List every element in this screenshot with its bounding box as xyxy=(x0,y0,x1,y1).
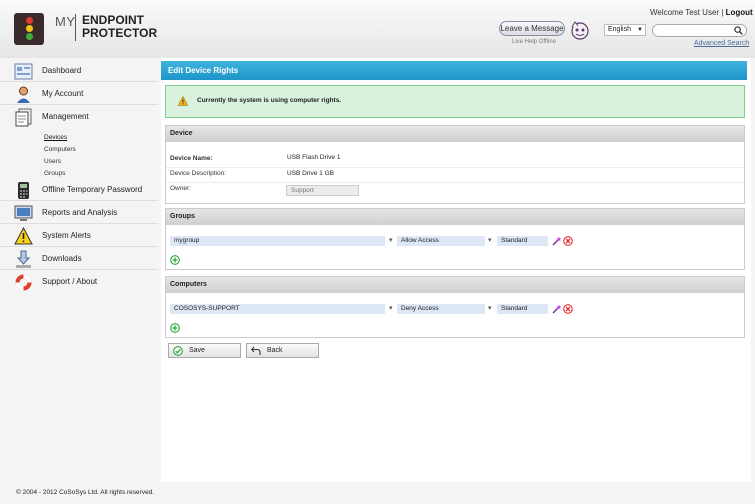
computer-level-select[interactable]: Standard xyxy=(497,304,548,314)
sidebar-item-offline-temporary-password[interactable]: Offline Temporary Password xyxy=(0,179,158,201)
computers-section: Computers COSOSYS-SUPPORT ▾ Deny Access … xyxy=(165,276,745,338)
logout-link[interactable]: Logout xyxy=(726,8,753,17)
documents-icon xyxy=(15,108,32,127)
sidebar-item-label: My Account xyxy=(42,89,84,98)
logo-my: MY xyxy=(55,14,76,29)
support-agent-icon[interactable] xyxy=(569,19,591,41)
live-help-status: Live Help Offline xyxy=(512,39,556,45)
groups-section: Groups mygroup ▾ Allow Access ▾ Standard xyxy=(165,208,745,270)
save-label: Save xyxy=(189,347,205,354)
remove-icon[interactable] xyxy=(563,236,573,246)
advanced-search-link[interactable]: Advanced Search xyxy=(694,40,749,47)
back-arrow-icon xyxy=(251,346,261,355)
sidebar-item-management[interactable]: Management xyxy=(0,106,158,128)
sidebar-item-label: Support / About xyxy=(42,277,98,286)
dropdown-arrow-icon[interactable]: ▾ xyxy=(488,304,492,312)
welcome-separator: | xyxy=(721,8,724,17)
save-button[interactable]: Save xyxy=(168,343,241,358)
warning-icon xyxy=(178,96,188,106)
add-group-icon[interactable] xyxy=(170,255,180,265)
sidebar-item-label: System Alerts xyxy=(42,231,91,240)
group-level-select[interactable]: Standard xyxy=(497,236,548,246)
lifebuoy-icon xyxy=(15,274,32,291)
device-section: Device Device Name: USB Flash Drive 1 De… xyxy=(165,125,745,204)
device-name-value: USB Flash Drive 1 xyxy=(287,154,341,161)
sidebar-item-label: Reports and Analysis xyxy=(42,208,118,217)
group-access-select[interactable]: Allow Access xyxy=(397,236,485,246)
sidebar-subitem-devices[interactable]: Devices xyxy=(44,134,67,141)
sidebar-subitem-groups[interactable]: Groups xyxy=(44,170,65,177)
sidebar-item-label: Management xyxy=(42,112,89,121)
sidebar-item-dashboard[interactable]: Dashboard xyxy=(0,60,158,82)
download-icon xyxy=(16,250,31,268)
language-select[interactable]: English ▼ xyxy=(604,24,646,36)
computer-name-field[interactable]: COSOSYS-SUPPORT xyxy=(170,304,385,314)
sidebar-item-label: Downloads xyxy=(42,254,82,263)
info-alert: Currently the system is using computer r… xyxy=(165,85,745,118)
welcome-user: Welcome Test User xyxy=(650,8,720,17)
sidebar-subitem-computers[interactable]: Computers xyxy=(44,146,76,153)
sidebar-item-reports-and-analysis[interactable]: Reports and Analysis xyxy=(0,202,158,224)
edit-wand-icon[interactable] xyxy=(552,304,562,314)
edit-wand-icon[interactable] xyxy=(552,236,562,246)
device-name-label: Device Name: xyxy=(170,155,213,162)
row-divider xyxy=(166,182,744,183)
footer-copyright: © 2004 - 2012 CoSoSys Ltd. All rights re… xyxy=(16,489,155,496)
add-computer-icon[interactable] xyxy=(170,323,180,333)
logo-text: ENDPOINT PROTECTOR xyxy=(82,14,157,40)
dashboard-icon xyxy=(14,63,33,80)
user-icon xyxy=(17,86,30,103)
back-button[interactable]: Back xyxy=(246,343,319,358)
traffic-light-logo-icon xyxy=(14,13,44,45)
sidebar-item-support-about[interactable]: Support / About xyxy=(0,271,158,293)
groups-section-header: Groups xyxy=(166,209,744,225)
welcome-text: Welcome Test User | Logout xyxy=(650,8,753,17)
back-label: Back xyxy=(267,347,283,354)
sidebar: Dashboard My Account Management Devices … xyxy=(0,58,160,482)
chevron-down-icon: ▼ xyxy=(637,27,643,33)
row-divider xyxy=(166,167,744,168)
header: MY ENDPOINT PROTECTOR Leave a Message Li… xyxy=(0,0,755,58)
device-description-value: USB Drive 1 GB xyxy=(287,170,334,177)
dropdown-arrow-icon[interactable]: ▾ xyxy=(389,304,393,312)
sidebar-item-label: Offline Temporary Password xyxy=(42,185,143,194)
logo-line-2: PROTECTOR xyxy=(82,26,158,40)
sidebar-item-downloads[interactable]: Downloads xyxy=(0,248,158,270)
leave-message-button[interactable]: Leave a Message xyxy=(499,21,565,36)
checkmark-icon xyxy=(173,346,183,356)
sidebar-item-system-alerts[interactable]: System Alerts xyxy=(0,225,158,247)
sidebar-item-my-account[interactable]: My Account xyxy=(0,83,158,105)
main-content: Edit Device Rights Currently the system … xyxy=(161,58,751,482)
computer-access-select[interactable]: Deny Access xyxy=(397,304,485,314)
sidebar-subitem-users[interactable]: Users xyxy=(44,158,61,165)
search-icon[interactable] xyxy=(734,26,743,35)
sidebar-item-label: Dashboard xyxy=(42,66,82,75)
language-value: English xyxy=(608,26,631,33)
warning-icon xyxy=(14,227,33,245)
group-name-field[interactable]: mygroup xyxy=(170,236,385,246)
owner-label: Owner: xyxy=(170,185,191,192)
monitor-icon xyxy=(14,205,33,221)
calculator-icon xyxy=(18,182,29,199)
dropdown-arrow-icon[interactable]: ▾ xyxy=(389,236,393,244)
remove-icon[interactable] xyxy=(563,304,573,314)
search-input[interactable] xyxy=(652,24,747,37)
computers-section-header: Computers xyxy=(166,277,744,293)
page-title: Edit Device Rights xyxy=(161,61,747,80)
dropdown-arrow-icon[interactable]: ▾ xyxy=(488,236,492,244)
alert-message: Currently the system is using computer r… xyxy=(197,97,342,104)
device-description-label: Device Description: xyxy=(170,170,226,177)
logo-divider xyxy=(75,14,76,41)
device-section-header: Device xyxy=(166,126,744,142)
owner-field[interactable]: Support xyxy=(286,185,359,196)
